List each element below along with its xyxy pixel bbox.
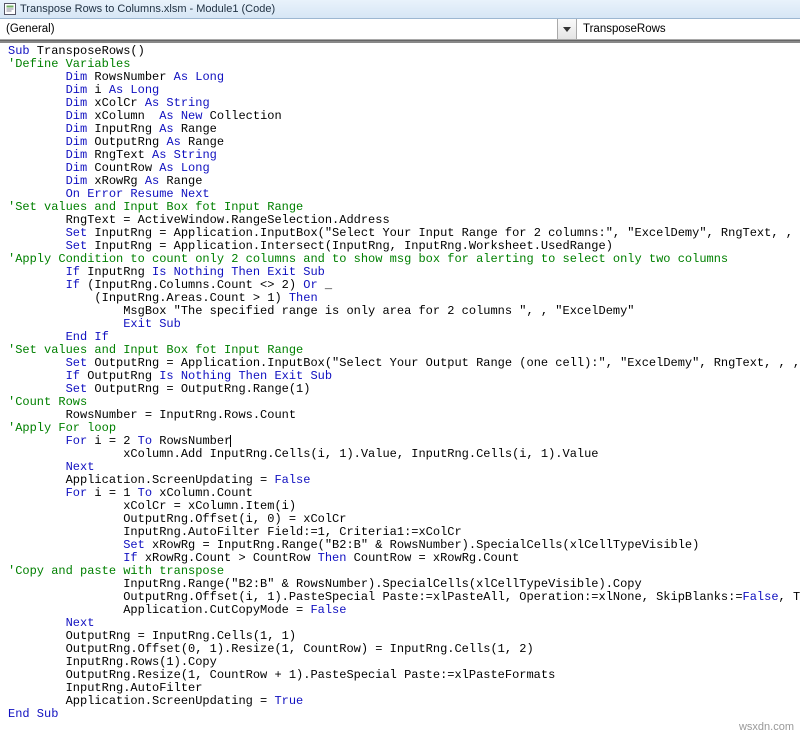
procedure-dropdown[interactable]: TransposeRows: [577, 19, 800, 39]
window-titlebar[interactable]: Transpose Rows to Columns.xlsm - Module1…: [0, 0, 800, 19]
declarations-bar: (General) TransposeRows: [0, 19, 800, 40]
dropdown-arrow-icon[interactable]: [557, 19, 576, 39]
code-editor[interactable]: Sub TransposeRows() 'Define Variables Di…: [0, 43, 800, 735]
object-dropdown-value: (General): [6, 23, 55, 35]
object-dropdown[interactable]: (General): [0, 19, 577, 39]
watermark: wsxdn.com: [737, 721, 796, 733]
procedure-dropdown-value: TransposeRows: [583, 23, 666, 35]
module-icon: [4, 3, 16, 15]
code-content[interactable]: Sub TransposeRows() 'Define Variables Di…: [0, 43, 800, 723]
code-window: Transpose Rows to Columns.xlsm - Module1…: [0, 0, 800, 735]
window-title: Transpose Rows to Columns.xlsm - Module1…: [20, 3, 275, 15]
